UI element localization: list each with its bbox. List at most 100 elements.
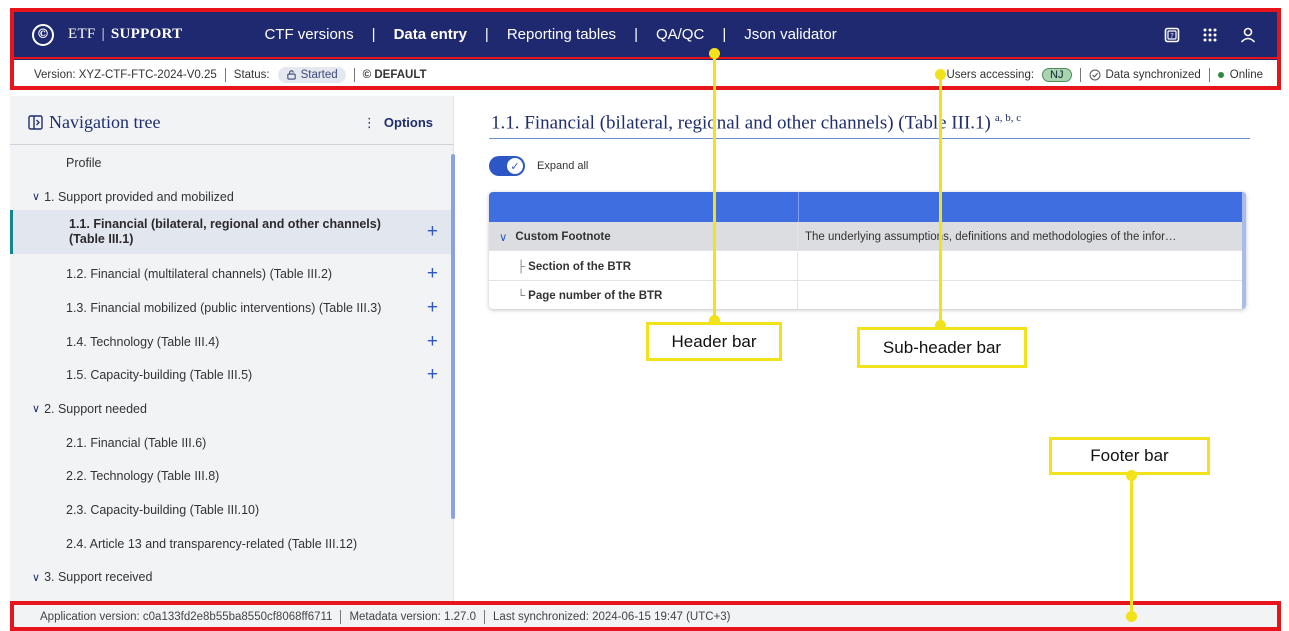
data-grid: ∨ Custom Footnote The underlying assumpt… — [489, 192, 1246, 309]
nav-tree-item[interactable]: 1.2. Financial (multilateral channels) (… — [10, 262, 454, 286]
logo-icon: © — [32, 23, 54, 46]
nav-tree-item-label: 1.3. Financial mobilized (public interve… — [66, 300, 382, 315]
menu-json-validator[interactable]: Json validator — [742, 26, 839, 43]
header-icons: ? — [1163, 26, 1257, 44]
divider — [10, 144, 454, 145]
nav-tree-icon[interactable] — [28, 115, 43, 130]
footer-bar: Application version: c0a133fd2e8b55ba855… — [12, 603, 1279, 630]
callout-line — [939, 73, 942, 326]
nav-tree-item-label: 2.2. Technology (Table III.8) — [66, 469, 220, 484]
default-label: © DEFAULT — [362, 68, 427, 81]
lock-icon — [286, 70, 296, 80]
status-badge: Started — [277, 66, 346, 83]
options-button[interactable]: ⋮ Options — [363, 115, 433, 131]
app-logo[interactable]: © ETF | SUPPORT — [32, 23, 182, 46]
grid-scrollbar[interactable] — [1242, 192, 1246, 309]
help-icon[interactable]: ? — [1163, 26, 1181, 44]
brand-separator: | — [101, 26, 105, 42]
nav-tree-item[interactable]: 2.1. Financial (Table III.6) — [10, 431, 454, 455]
row-label: Custom Footnote — [515, 230, 611, 243]
table-row[interactable]: └ Page number of the BTR — [489, 281, 1246, 309]
table-row[interactable]: ∨ Custom Footnote The underlying assumpt… — [489, 222, 1246, 251]
sync-status: Data synchronized — [1105, 68, 1201, 81]
callout-anchor — [1126, 611, 1137, 622]
nav-tree-item-label: Profile — [66, 156, 102, 170]
nav-tree-item-label: 1.4. Technology (Table III.4) — [66, 334, 220, 349]
expand-all-toggle[interactable]: ✓ — [489, 156, 525, 176]
nav-tree-item[interactable]: ∨ 1. Support provided and mobilized — [10, 185, 454, 209]
column-resizer[interactable] — [798, 192, 799, 222]
add-icon[interactable]: + — [427, 297, 438, 319]
nav-tree-item[interactable]: 2.2. Technology (Table III.8) — [10, 464, 454, 488]
nav-tree-item[interactable]: Profile — [10, 151, 454, 175]
user-badge[interactable]: NJ — [1042, 67, 1072, 82]
divider — [224, 67, 226, 82]
nav-tree-item-label: 2.1. Financial (Table III.6) — [66, 435, 207, 450]
row-value-cell[interactable]: The underlying assumptions, definitions … — [799, 222, 1246, 251]
navigation-sidebar: Navigation tree ⋮ Options Profile ∨ 1. Supp… — [10, 96, 455, 601]
title-footnote-refs[interactable]: a, b, c — [995, 112, 1021, 124]
table-row[interactable]: ├ Section of the BTR — [489, 252, 1246, 281]
nav-tree-item-label: 2.3. Capacity-building (Table III.10) — [66, 503, 260, 517]
default-text: DEFAULT — [374, 68, 427, 81]
sub-header-right: Users accessing: NJ Data synchronized On… — [946, 67, 1263, 82]
menu-reporting-tables[interactable]: Reporting tables — [505, 26, 618, 43]
nav-tree-item-label: 1.1. Financial (bilateral, regional and … — [69, 217, 381, 247]
menu-separator: | — [634, 26, 638, 43]
menu-data-entry[interactable]: Data entry — [392, 26, 469, 43]
nav-tree-item[interactable]: 2.4. Article 13 and transparency-related… — [10, 532, 454, 556]
add-icon[interactable]: + — [427, 263, 438, 285]
menu-ctf-versions[interactable]: CTF versions — [262, 26, 355, 43]
chevron-down-icon[interactable]: ∨ — [499, 230, 507, 244]
nav-tree-item[interactable]: 1.4. Technology (Table III.4) + — [10, 330, 454, 354]
users-accessing-label: Users accessing: — [946, 68, 1035, 81]
add-icon[interactable]: + — [427, 221, 438, 243]
callout-line — [713, 52, 716, 320]
nav-tree-item[interactable]: 1.5. Capacity-building (Table III.5) + — [10, 363, 454, 387]
divider — [484, 609, 486, 624]
check-icon: ✓ — [507, 158, 523, 174]
row-value-cell[interactable] — [799, 281, 1246, 309]
callout-line — [1130, 474, 1133, 615]
brand-prefix: ETF — [68, 26, 96, 42]
more-vert-icon: ⋮ — [362, 115, 376, 130]
status-label: Status: — [233, 68, 270, 81]
online-status: Online — [1229, 68, 1263, 81]
app-version: Application version: c0a133fd2e8b55ba855… — [40, 610, 333, 623]
brand-name: ETF | SUPPORT — [68, 26, 182, 43]
nav-title-text: Navigation tree — [49, 112, 161, 132]
user-icon[interactable] — [1239, 26, 1257, 44]
nav-tree-item-label: 1.5. Capacity-building (Table III.5) — [66, 368, 253, 383]
row-label: Page number of the BTR — [528, 289, 663, 302]
nav-tree-item[interactable]: 2.3. Capacity-building (Table III.10) — [10, 498, 454, 522]
page-title-text: 1.1. Financial (bilateral, regional and … — [491, 112, 991, 134]
menu-qa-qc[interactable]: QA/QC — [654, 26, 706, 43]
nav-tree-item[interactable]: ∨ 3. Support received — [10, 565, 454, 589]
metadata-version: Metadata version: 1.27.0 — [349, 610, 477, 623]
sub-header-bar: Version: XYZ-CTF-FTC-2024-V0.25 Status: … — [12, 61, 1279, 88]
title-underline — [489, 138, 1250, 139]
menu-separator: | — [484, 26, 489, 43]
main-menu: CTF versions | Data entry | Reporting ta… — [262, 26, 838, 43]
row-label: Section of the BTR — [528, 260, 632, 273]
chevron-down-icon[interactable]: ∨ — [32, 571, 40, 584]
nav-tree-item[interactable]: ∨ 2. Support needed — [10, 397, 454, 421]
chevron-down-icon[interactable]: ∨ — [32, 190, 40, 203]
expand-all-label: Expand all — [537, 160, 589, 172]
nav-title: Navigation tree — [28, 112, 160, 133]
version-text: Version: XYZ-CTF-FTC-2024-V0.25 — [34, 68, 217, 81]
add-icon[interactable]: + — [427, 331, 438, 353]
options-label: Options — [383, 115, 433, 130]
apps-grid-icon[interactable] — [1201, 26, 1219, 44]
nav-tree-item[interactable]: 1.3. Financial mobilized (public interve… — [10, 296, 454, 320]
nav-tree-item[interactable]: 1.1. Financial (bilateral, regional and … — [10, 210, 454, 255]
row-label-cell: └ Page number of the BTR — [489, 281, 798, 309]
add-icon[interactable]: + — [427, 364, 438, 386]
chevron-down-icon[interactable]: ∨ — [32, 402, 40, 415]
divider — [1079, 67, 1081, 82]
grid-header — [489, 192, 1246, 222]
row-value-cell[interactable] — [799, 252, 1246, 281]
header-bar-callout: Header bar — [646, 322, 782, 361]
menu-separator: | — [722, 26, 727, 43]
row-label-cell: ∨ Custom Footnote — [489, 222, 798, 251]
